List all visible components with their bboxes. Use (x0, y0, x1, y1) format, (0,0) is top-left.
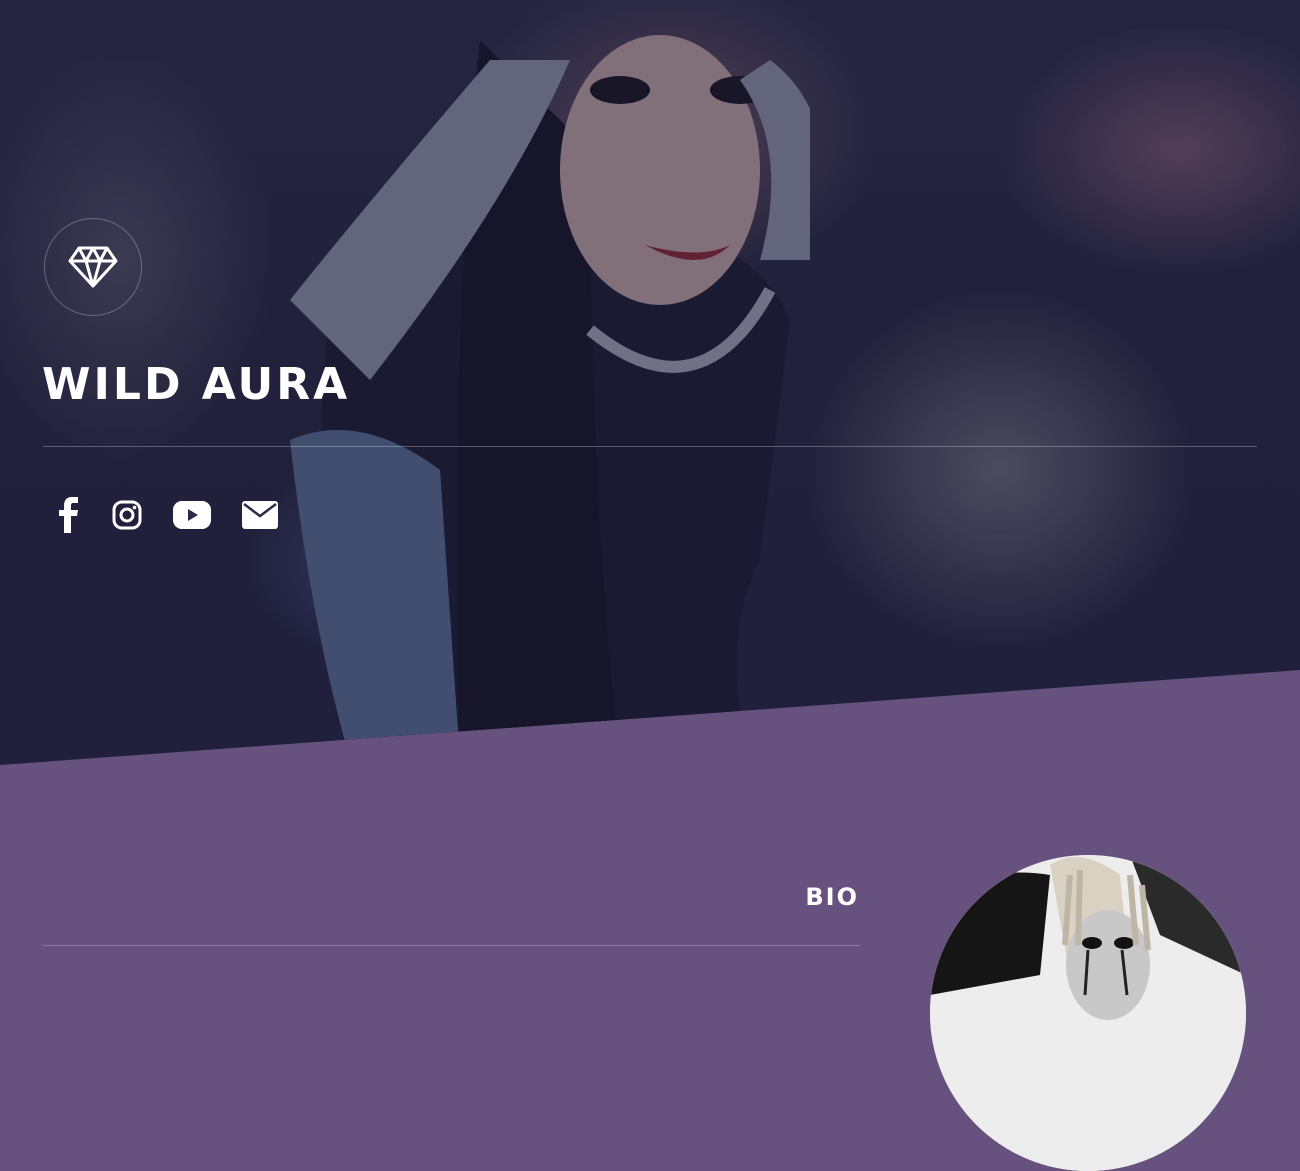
bio-divider (43, 945, 860, 946)
hero-section: WILD AURA (0, 0, 1300, 765)
instagram-icon (112, 500, 142, 530)
bio-portrait-image (930, 855, 1246, 1171)
youtube-link[interactable] (173, 497, 211, 533)
logo[interactable] (44, 218, 142, 316)
facebook-icon (59, 497, 78, 533)
diamond-icon (68, 246, 118, 288)
envelope-icon (242, 501, 278, 529)
bio-heading: BIO (805, 883, 859, 911)
instagram-link[interactable] (111, 497, 143, 533)
hero-divider (43, 446, 1257, 447)
youtube-icon (173, 501, 211, 529)
email-link[interactable] (242, 497, 278, 533)
site-title[interactable]: WILD AURA (42, 355, 350, 415)
facebook-link[interactable] (56, 497, 82, 533)
